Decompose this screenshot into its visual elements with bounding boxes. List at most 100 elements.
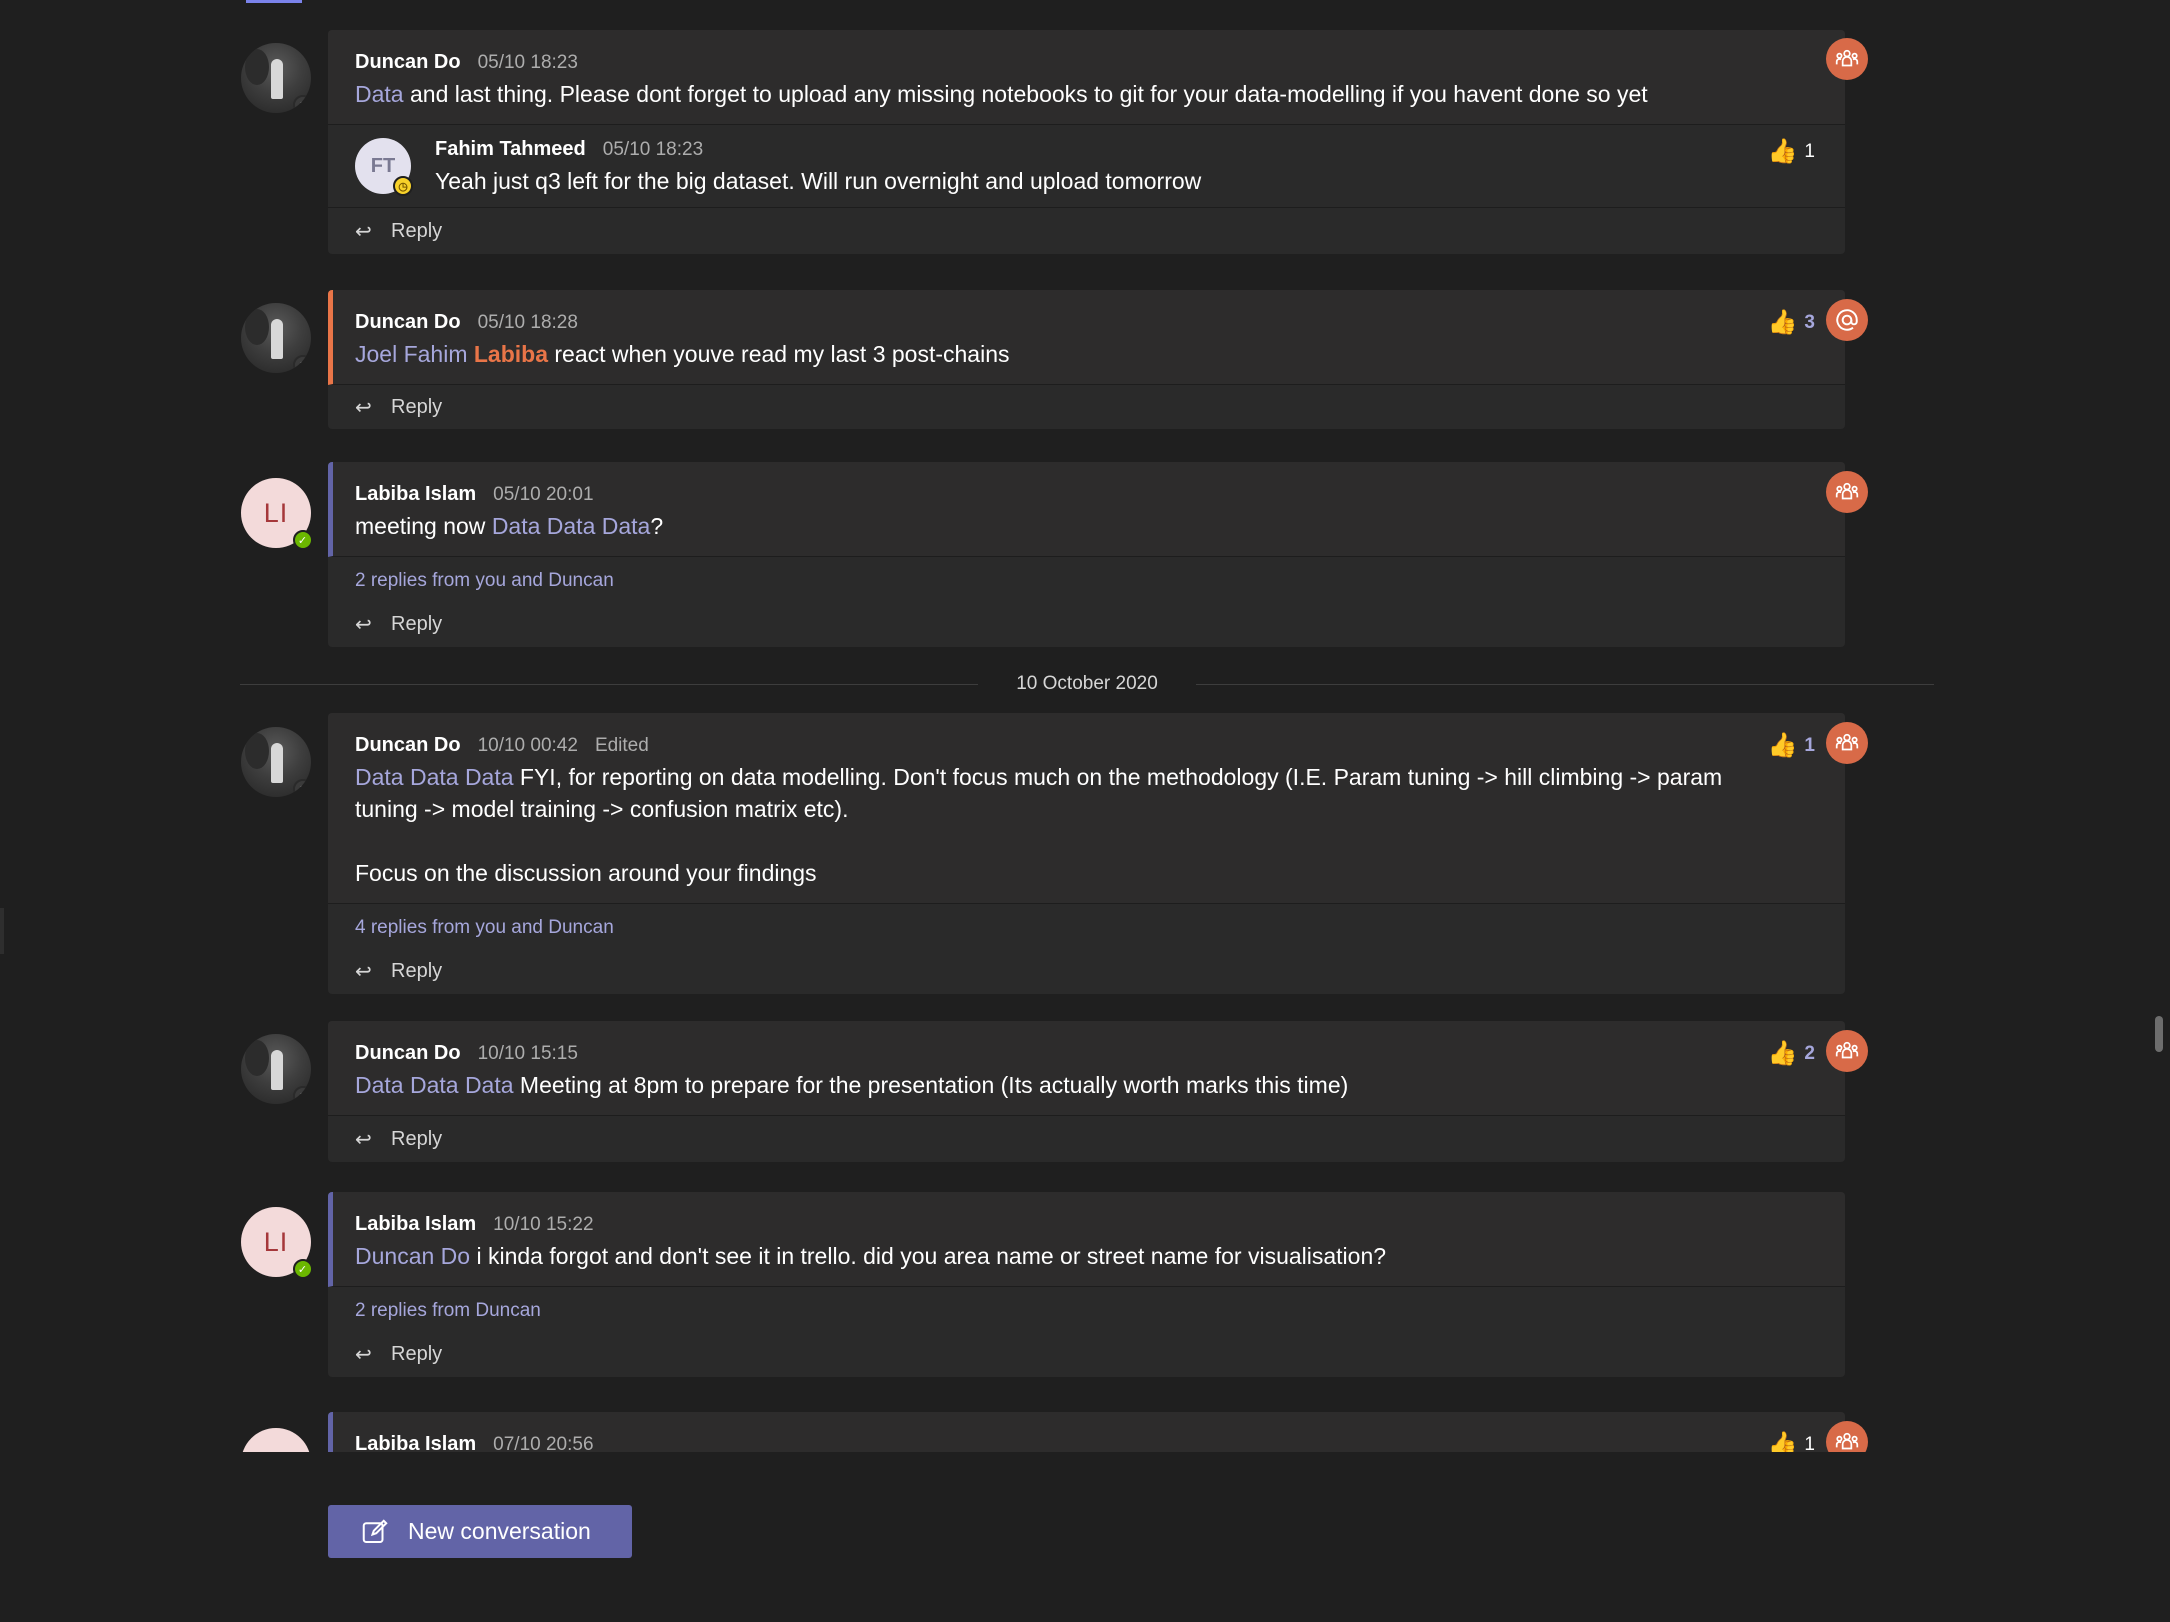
reply-arrow-icon: ↩ [355, 1343, 372, 1366]
team-icon [1826, 722, 1868, 764]
avatar-duncan[interactable]: × [241, 1034, 311, 1104]
post-timestamp: 05/10 20:01 [493, 484, 594, 505]
post-text: FYI, for reporting on data modelling. Do… [355, 764, 1723, 822]
post-author[interactable]: Labiba Islam [355, 483, 476, 506]
avatar-fahim[interactable]: FT ◷ [355, 138, 413, 196]
avatar-photo-figure [271, 1050, 283, 1090]
post-card-important: Duncan Do 05/10 18:28 Joel Fahim Labiba … [328, 290, 1845, 429]
status-offline-icon: × [293, 779, 311, 797]
reply-arrow-icon: ↩ [355, 396, 372, 419]
thread-reply: FT ◷ Fahim Tahmeed 05/10 18:23 Yeah just… [328, 125, 1845, 208]
reply-timestamp: 05/10 18:23 [602, 139, 704, 160]
post-body: Joel Fahim Labiba react when youve read … [355, 338, 1817, 370]
reaction-count: 1 [1804, 141, 1815, 162]
reply-button[interactable]: ↩ Reply [328, 1331, 1845, 1377]
post-main: Labiba Islam 05/10 20:01 meeting now Dat… [328, 462, 1845, 557]
date-divider-label: 10 October 2020 [1016, 673, 1158, 694]
edited-label: Edited [594, 735, 649, 756]
like-reaction[interactable]: 👍 1 [1768, 139, 1815, 165]
post-card: Labiba Islam 05/10 20:01 meeting now Dat… [328, 462, 1845, 647]
like-reaction[interactable]: 👍 3 [1768, 310, 1815, 336]
reaction-count: 1 [1804, 1434, 1815, 1452]
avatar-photo-figure [271, 319, 283, 359]
reply-text: Yeah just q3 left for the big dataset. W… [435, 168, 1202, 194]
avatar-labiba[interactable] [241, 1428, 311, 1452]
avatar-initials: LI [263, 497, 289, 528]
conversation-feed: × Duncan Do 05/10 18:23 Data and last th… [0, 0, 2170, 1452]
like-reaction[interactable]: 👍 1 [1768, 733, 1815, 759]
mention-link[interactable]: Data Data Data [355, 1072, 514, 1098]
avatar-duncan[interactable]: × [241, 303, 311, 373]
avatar-photo-background [245, 733, 269, 769]
mention-link[interactable]: Data Data Data [492, 513, 651, 539]
avatar-photo-background [245, 49, 269, 85]
reply-button[interactable]: ↩ Reply [328, 208, 1845, 254]
reply-label: Reply [391, 1127, 443, 1150]
post-timestamp: 10/10 00:42 [477, 735, 578, 756]
reaction-count: 2 [1804, 1043, 1815, 1064]
post-card: Labiba Islam 10/10 15:22 Duncan Do i kin… [328, 1192, 1845, 1377]
mention-link[interactable]: Data Data Data [355, 764, 514, 790]
post-main: Duncan Do 05/10 18:28 Joel Fahim Labiba … [328, 290, 1845, 385]
post-card: Duncan Do 10/10 00:42 Edited Data Data D… [328, 713, 1845, 994]
reply-arrow-icon: ↩ [355, 1128, 372, 1151]
selected-tab-indicator [246, 0, 302, 3]
avatar-labiba[interactable]: LI ✓ [241, 478, 313, 550]
post-text: ? [650, 513, 664, 539]
status-away-icon: ◷ [393, 176, 413, 196]
thumbs-up-icon: 👍 [1767, 732, 1798, 759]
reply-author[interactable]: Fahim Tahmeed [435, 138, 586, 161]
avatar-labiba[interactable]: LI ✓ [241, 1207, 313, 1279]
reply-label: Reply [391, 395, 443, 418]
thread-summary-link[interactable]: 2 replies from Duncan [328, 1287, 1845, 1331]
thumbs-up-icon: 👍 [1767, 1431, 1798, 1453]
post-author[interactable]: Labiba Islam [355, 1213, 476, 1236]
reply-button[interactable]: ↩ Reply [328, 948, 1845, 994]
avatar-initials: LI [263, 1226, 289, 1257]
like-reaction[interactable]: 👍 1 [1767, 1431, 1815, 1453]
avatar-photo-background [245, 1040, 269, 1076]
reply-button[interactable]: ↩ Reply [328, 1116, 1845, 1162]
reply-arrow-icon: ↩ [355, 613, 372, 636]
thumbs-up-icon: 👍 [1767, 138, 1798, 165]
reply-button[interactable]: ↩ Reply [328, 601, 1845, 647]
post-author[interactable]: Duncan Do [355, 1042, 461, 1065]
mention-link[interactable]: Joel Fahim [355, 341, 474, 367]
post-author[interactable]: Labiba Islam [355, 1433, 476, 1452]
post-timestamp: 10/10 15:22 [493, 1214, 594, 1235]
mention-link[interactable]: Data [355, 81, 404, 107]
post-text: and last thing. Please dont forget to up… [403, 81, 1648, 107]
mention-link[interactable]: Duncan Do [355, 1243, 470, 1269]
team-icon [1826, 38, 1868, 80]
mention-me[interactable]: Labiba [474, 341, 548, 367]
reply-label: Reply [391, 1342, 443, 1365]
post-author[interactable]: Duncan Do [355, 734, 461, 757]
post-author[interactable]: Duncan Do [355, 51, 461, 74]
avatar-duncan[interactable]: × [241, 43, 311, 113]
post-timestamp: 05/10 18:28 [477, 312, 578, 333]
avatar-duncan[interactable]: × [241, 727, 311, 797]
post-timestamp: 07/10 20:56 [493, 1434, 594, 1452]
new-conversation-label: New conversation [408, 1518, 591, 1544]
post-main: Duncan Do 10/10 00:42 Edited Data Data D… [328, 713, 1845, 904]
post-card: Duncan Do 10/10 15:15 Data Data Data Mee… [328, 1021, 1845, 1162]
status-offline-icon: × [293, 1086, 311, 1104]
reply-arrow-icon: ↩ [355, 220, 372, 243]
reply-label: Reply [391, 959, 443, 982]
panel-resize-handle[interactable] [0, 908, 4, 954]
thumbs-up-icon: 👍 [1767, 309, 1798, 336]
thread-summary-link[interactable]: 4 replies from you and Duncan [328, 904, 1845, 948]
like-reaction[interactable]: 👍 2 [1768, 1041, 1815, 1067]
new-conversation-button[interactable]: New conversation [328, 1505, 632, 1558]
post-author[interactable]: Duncan Do [355, 311, 461, 334]
avatar-photo-figure [271, 59, 283, 99]
post-text: meeting now [355, 513, 492, 539]
reply-button[interactable]: ↩ Reply [328, 385, 1845, 429]
thread-summary-link[interactable]: 2 replies from you and Duncan [328, 557, 1845, 601]
post-text: Focus on the discussion around your find… [355, 860, 817, 886]
scrollbar-thumb[interactable] [2155, 1016, 2163, 1052]
post-body: Data Data Data Meeting at 8pm to prepare… [355, 1069, 1817, 1101]
post-card: Duncan Do 05/10 18:23 Data and last thin… [328, 30, 1845, 254]
status-available-icon: ✓ [293, 1259, 313, 1279]
post-card: Labiba Islam 07/10 20:56 👍 1 [328, 1412, 1845, 1452]
